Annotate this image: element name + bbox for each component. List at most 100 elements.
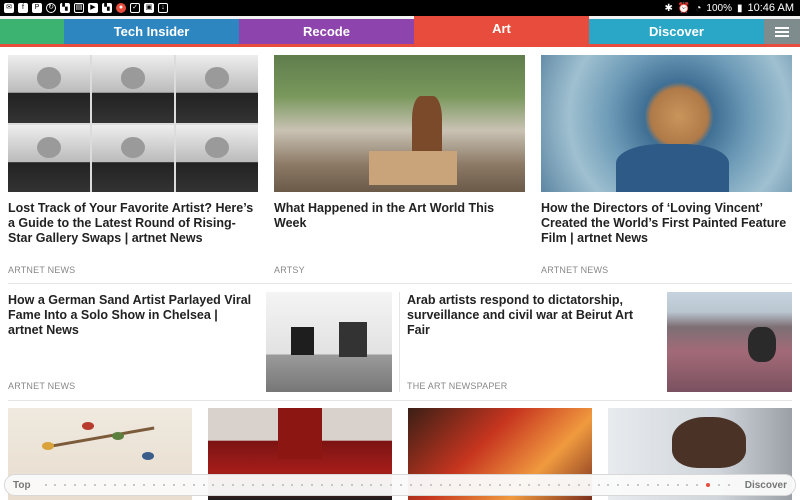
article-3-card[interactable]: How the Directors of ‘Loving Vincent’ Cr… <box>541 201 792 246</box>
scrubber-dot[interactable] <box>103 484 106 486</box>
scrubber-dot[interactable] <box>222 484 225 486</box>
scrubber-dot[interactable] <box>676 484 679 486</box>
scrubber-dot[interactable] <box>311 484 314 486</box>
scrubber-dot[interactable] <box>242 484 245 486</box>
scrubber-dot[interactable] <box>686 484 689 486</box>
tab-art[interactable]: Art <box>414 16 589 44</box>
scrubber-dot[interactable] <box>261 484 264 486</box>
scrubber-track[interactable] <box>31 483 745 487</box>
scrubber-dot[interactable] <box>400 484 403 486</box>
scrubber-dot[interactable] <box>84 484 87 486</box>
scrubber-dot[interactable] <box>113 484 116 486</box>
scrubber-dot[interactable] <box>429 484 432 486</box>
tab-recode[interactable]: Recode <box>239 19 414 44</box>
scrubber-dot[interactable] <box>548 484 551 486</box>
scrubber-dot[interactable] <box>439 484 442 486</box>
scrubber-dot[interactable] <box>508 484 511 486</box>
scrubber-dot[interactable] <box>202 484 205 486</box>
scrubber-dot[interactable] <box>469 484 472 486</box>
scrubber-dot[interactable] <box>488 484 491 486</box>
article-3-image[interactable] <box>541 55 792 192</box>
scrubber-dot[interactable] <box>74 484 77 486</box>
article-3-title[interactable]: How the Directors of ‘Loving Vincent’ Cr… <box>541 201 792 246</box>
scrubber-dot[interactable] <box>577 484 580 486</box>
scrubber-dot[interactable] <box>696 484 699 486</box>
scrubber-dot[interactable] <box>44 484 47 486</box>
scroll-scrubber[interactable]: Top Discover <box>4 474 796 496</box>
scrubber-dot[interactable] <box>340 484 343 486</box>
scrubber-dot[interactable] <box>617 484 620 486</box>
article-1-image[interactable] <box>8 55 258 192</box>
tab-label: Discover <box>649 24 704 39</box>
scrubber-dot[interactable] <box>360 484 363 486</box>
scrubber-dot[interactable] <box>370 484 373 486</box>
youtube-icon: ▶ <box>88 3 98 13</box>
article-4-image[interactable] <box>266 292 392 392</box>
scrubber-dot[interactable] <box>330 484 333 486</box>
scrubber-dot[interactable] <box>380 484 383 486</box>
scrubber-dot[interactable] <box>656 484 659 486</box>
scrubber-dot[interactable] <box>123 484 126 486</box>
scrubber-dot[interactable] <box>301 484 304 486</box>
scrubber-position-dot[interactable] <box>706 483 711 487</box>
scrubber-dot[interactable] <box>54 484 57 486</box>
scrubber-dot[interactable] <box>321 484 324 486</box>
scrubber-dot[interactable] <box>459 484 462 486</box>
scrubber-dot[interactable] <box>133 484 136 486</box>
scrubber-dot[interactable] <box>192 484 195 486</box>
scrubber-dot[interactable] <box>281 484 284 486</box>
scrubber-dot[interactable] <box>518 484 521 486</box>
scrubber-dot[interactable] <box>587 484 590 486</box>
scrubber-dot[interactable] <box>479 484 482 486</box>
article-4-title[interactable]: How a German Sand Artist Parlayed Viral … <box>8 293 253 338</box>
scrubber-dot[interactable] <box>212 484 215 486</box>
scrubber-dot[interactable] <box>143 484 146 486</box>
scrubber-dot[interactable] <box>727 484 730 486</box>
article-5-title[interactable]: Arab artists respond to dictatorship, su… <box>407 293 652 338</box>
scrubber-dot[interactable] <box>251 484 254 486</box>
scrubber-dot[interactable] <box>350 484 353 486</box>
scrubber-dot[interactable] <box>637 484 640 486</box>
article-4-card[interactable]: How a German Sand Artist Parlayed Viral … <box>8 293 253 338</box>
scrubber-discover-label[interactable]: Discover <box>745 480 787 491</box>
scrubber-dot[interactable] <box>607 484 610 486</box>
scrubber-dot[interactable] <box>558 484 561 486</box>
article-1-card[interactable]: Lost Track of Your Favorite Artist? Here… <box>8 201 258 246</box>
scrubber-dot[interactable] <box>409 484 412 486</box>
scrubber-dot[interactable] <box>449 484 452 486</box>
scrubber-dot[interactable] <box>419 484 422 486</box>
scrubber-dot[interactable] <box>718 484 721 486</box>
article-2-image[interactable] <box>274 55 525 192</box>
scrubber-dot[interactable] <box>390 484 393 486</box>
scrubber-dot[interactable] <box>528 484 531 486</box>
menu-button[interactable] <box>764 19 800 44</box>
article-2-source: ARTSY <box>274 265 305 275</box>
scrubber-dot[interactable] <box>538 484 541 486</box>
article-2-title[interactable]: What Happened in the Art World This Week <box>274 201 525 231</box>
battery-percent: 100% <box>706 2 732 14</box>
scrubber-dot[interactable] <box>93 484 96 486</box>
mail-icon: ✉ <box>4 3 14 13</box>
article-5-image[interactable] <box>667 292 792 392</box>
tab-discover[interactable]: Discover <box>589 19 764 44</box>
article-2-card[interactable]: What Happened in the Art World This Week <box>274 201 525 231</box>
scrubber-dot[interactable] <box>498 484 501 486</box>
scrubber-dot[interactable] <box>567 484 570 486</box>
scrubber-dot[interactable] <box>172 484 175 486</box>
scrubber-dot[interactable] <box>597 484 600 486</box>
scrubber-dot[interactable] <box>153 484 156 486</box>
scrubber-dot[interactable] <box>646 484 649 486</box>
scrubber-dot[interactable] <box>232 484 235 486</box>
article-1-title[interactable]: Lost Track of Your Favorite Artist? Here… <box>8 201 258 246</box>
tab-green[interactable] <box>0 19 64 44</box>
scrubber-dot[interactable] <box>627 484 630 486</box>
scrubber-dot[interactable] <box>182 484 185 486</box>
scrubber-dot[interactable] <box>291 484 294 486</box>
scrubber-dot[interactable] <box>666 484 669 486</box>
tab-tech-insider[interactable]: Tech Insider <box>64 19 239 44</box>
article-5-card[interactable]: Arab artists respond to dictatorship, su… <box>407 293 652 338</box>
scrubber-dot[interactable] <box>163 484 166 486</box>
scrubber-dot[interactable] <box>64 484 67 486</box>
scrubber-dot[interactable] <box>271 484 274 486</box>
scrubber-top-label[interactable]: Top <box>13 480 31 491</box>
